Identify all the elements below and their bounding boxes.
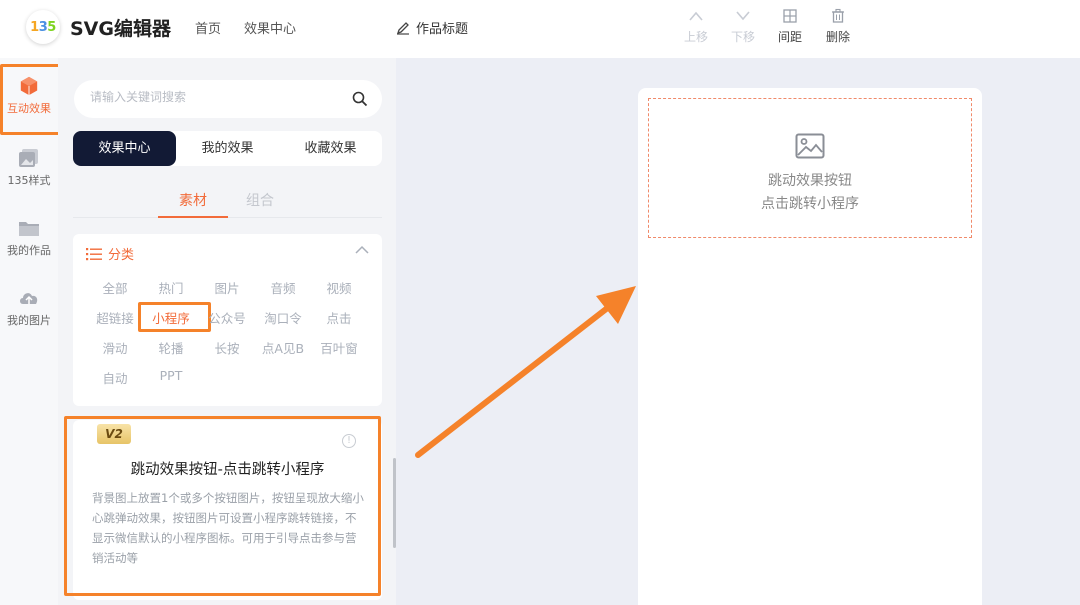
left-icon-rail [0, 58, 58, 605]
subtab-active-underline [158, 216, 228, 218]
category-item-official-account[interactable]: 公众号 [199, 308, 255, 327]
rail-item-my-images[interactable]: 我的图片 [0, 288, 58, 328]
search-icon[interactable] [352, 91, 368, 107]
material-subtabs [73, 180, 382, 218]
category-item-click-a-see-b[interactable]: 点A见B [255, 338, 311, 357]
tab-effect-center[interactable]: 效果中心 [73, 131, 176, 166]
search-input[interactable] [90, 90, 340, 104]
chevron-up-icon[interactable] [354, 244, 370, 256]
spacing-label: 间距 [777, 30, 802, 44]
grid-plus-icon [772, 8, 808, 28]
cloud-upload-icon [20, 293, 38, 304]
rail-item-label: 我的作品 [7, 244, 51, 257]
document-title[interactable]: 作品标题 [396, 18, 468, 37]
chevron-up-icon [678, 8, 714, 28]
category-item-all[interactable]: 全部 [87, 278, 143, 297]
rail-item-my-works[interactable]: 我的作品 [0, 218, 58, 258]
annotation-arrow [415, 286, 636, 458]
tab-favorite-effects[interactable]: 收藏效果 [279, 131, 382, 166]
trash-icon [820, 8, 856, 28]
top-header: 135 SVG编辑器 首页 效果中心 作品标题 上移 下移 间距 删除 [0, 0, 1080, 58]
category-item-long-press[interactable]: 长按 [199, 338, 255, 357]
delete-label: 删除 [825, 30, 850, 44]
category-item-image[interactable]: 图片 [199, 278, 255, 297]
tab-my-effects[interactable]: 我的效果 [176, 131, 279, 166]
category-item-audio[interactable]: 音频 [255, 278, 311, 297]
effect-tabs: 效果中心 我的效果 收藏效果 [73, 131, 382, 166]
category-header[interactable]: 分类 [86, 244, 134, 263]
document-title-text: 作品标题 [416, 22, 469, 37]
nav-effects-link[interactable]: 效果中心 [244, 18, 296, 37]
category-item-blinds[interactable]: 百叶窗 [311, 338, 367, 357]
subtab-materials[interactable]: 素材 [179, 190, 207, 210]
category-item-auto[interactable]: 自动 [87, 368, 143, 387]
highlight-box-result [64, 416, 381, 596]
chevron-down-icon [725, 8, 761, 28]
highlight-box-rail [0, 64, 61, 135]
placeholder-line-2: 点击跳转小程序 [761, 196, 859, 212]
nav-home-link[interactable]: 首页 [195, 18, 221, 37]
move-up-button[interactable]: 上移 [678, 8, 714, 45]
category-item-hot[interactable]: 热门 [143, 278, 199, 297]
placeholder-line-1: 跳动效果按钮 [768, 173, 852, 189]
delete-button[interactable]: 删除 [820, 8, 856, 45]
category-title: 分类 [108, 248, 135, 263]
search-bar [74, 80, 382, 118]
image-placeholder-icon [795, 133, 825, 159]
svg-component-placeholder[interactable] [648, 98, 972, 238]
move-down-button[interactable]: 下移 [725, 8, 761, 45]
category-item-swipe[interactable]: 滑动 [87, 338, 143, 357]
category-item-carousel[interactable]: 轮播 [143, 338, 199, 357]
category-item-hyperlink[interactable]: 超链接 [87, 308, 143, 327]
app-title: SVG编辑器 [70, 18, 171, 40]
move-down-label: 下移 [730, 30, 755, 44]
category-item-ppt[interactable]: PPT [143, 368, 199, 383]
rail-item-label: 我的图片 [7, 314, 51, 327]
category-item-click[interactable]: 点击 [311, 308, 367, 327]
category-item-taobao-code[interactable]: 淘口令 [255, 308, 311, 327]
spacing-button[interactable]: 间距 [772, 8, 808, 45]
folder-icon [19, 222, 39, 236]
rail-item-label: 135样式 [7, 174, 51, 187]
edit-pencil-icon [396, 21, 409, 35]
rail-item-135-styles[interactable]: 135样式 [0, 148, 58, 188]
list-icon [86, 247, 102, 260]
app-logo[interactable]: 135 [26, 10, 60, 44]
move-up-label: 上移 [683, 30, 708, 44]
style-card-icon [19, 149, 38, 167]
category-item-video[interactable]: 视频 [311, 278, 367, 297]
subtab-combos[interactable]: 组合 [246, 190, 274, 210]
